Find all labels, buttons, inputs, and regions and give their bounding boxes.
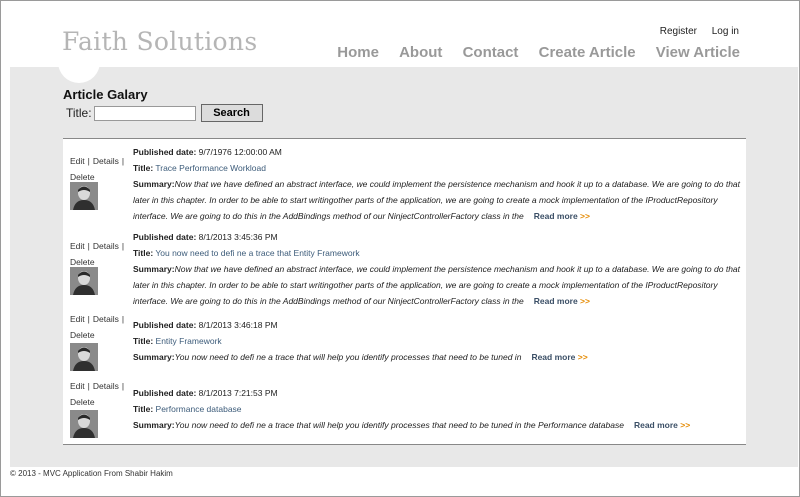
arrow-icon: >> (580, 211, 590, 221)
read-more-link[interactable]: Read more >> (531, 352, 587, 362)
article-item: Edit | Details | Delete Published date: 8/1… (63, 376, 746, 444)
menu-contact[interactable]: Contact (463, 44, 519, 61)
article-item: Edit | Details | Delete Published date: 8/1… (63, 309, 746, 376)
article-title[interactable]: You now need to defi ne a trace that Ent… (155, 248, 359, 258)
article-actions: Edit | Details | Delete (70, 381, 125, 407)
article-actions: Edit | Details | Delete (70, 241, 125, 267)
published-date: 8/1/2013 3:46:18 PM (198, 320, 278, 330)
delete-link[interactable]: Delete (70, 397, 95, 407)
article-body: Published date: 8/1/2013 3:46:18 PM Titl… (133, 317, 743, 365)
article-item: Edit | Details | Delete Published date: 8/1… (63, 224, 746, 309)
footer: © 2013 - MVC Application From Shabir Hak… (10, 469, 173, 478)
article-title[interactable]: Entity Framework (156, 336, 222, 346)
details-link[interactable]: Details (93, 314, 119, 324)
published-date: 8/1/2013 3:45:36 PM (198, 232, 278, 242)
article-actions: Edit | Details | Delete (70, 156, 125, 182)
register-link[interactable]: Register (660, 26, 697, 37)
edit-link[interactable]: Edit (70, 381, 85, 391)
search-label: Title: (66, 106, 92, 120)
login-display: Register Log in (648, 26, 739, 37)
article-body: Published date: 9/7/1976 12:00:00 AM Tit… (133, 144, 743, 224)
article-title[interactable]: Trace Performance Workload (155, 163, 266, 173)
published-label: Published date: (133, 147, 197, 157)
site-title[interactable]: Faith Solutions (62, 27, 257, 56)
search-input[interactable] (93, 105, 196, 121)
edit-link[interactable]: Edit (70, 314, 85, 324)
delete-link[interactable]: Delete (70, 330, 95, 340)
details-link[interactable]: Details (93, 241, 119, 251)
arrow-icon: >> (577, 352, 588, 362)
edit-link[interactable]: Edit (70, 241, 85, 251)
published-date: 9/7/1976 12:00:00 AM (198, 147, 282, 157)
article-body: Published date: 8/1/2013 3:45:36 PM Titl… (133, 229, 743, 309)
arrow-icon: >> (580, 296, 590, 306)
details-link[interactable]: Details (93, 381, 119, 391)
title-label: Title: (133, 163, 154, 173)
article-summary: Summary:You now need to defi ne a trace … (133, 420, 691, 430)
arrow-icon: >> (680, 420, 691, 430)
article-actions: Edit | Details | Delete (70, 314, 125, 340)
menu-home[interactable]: Home (337, 44, 379, 61)
article-summary: Summary:Now that we have defined an abst… (133, 179, 741, 221)
article-title[interactable]: Performance database (156, 404, 242, 414)
author-avatar (70, 182, 98, 210)
delete-link[interactable]: Delete (70, 257, 95, 267)
login-link[interactable]: Log in (712, 26, 739, 37)
edit-link[interactable]: Edit (70, 156, 85, 166)
delete-link[interactable]: Delete (70, 172, 95, 182)
menu-create-article[interactable]: Create Article (539, 44, 636, 61)
main-menu: Home About Contact Create Article View A… (321, 44, 740, 61)
article-body: Published date: 8/1/2013 7:21:53 PM Titl… (133, 385, 743, 433)
search-form: Title: Search (66, 104, 263, 122)
menu-view-article[interactable]: View Article (656, 44, 740, 61)
read-more-link[interactable]: Read more >> (634, 420, 690, 430)
page-title: Article Galary (63, 87, 148, 102)
author-avatar (70, 343, 98, 371)
menu-about[interactable]: About (399, 44, 442, 61)
read-more-link[interactable]: Read more >> (534, 296, 590, 306)
published-date: 8/1/2013 7:21:53 PM (198, 388, 278, 398)
article-list: Edit | Details | Delete Published date: 9/7… (63, 138, 746, 445)
search-button[interactable]: Search (200, 104, 263, 122)
details-link[interactable]: Details (93, 156, 119, 166)
article-item: Edit | Details | Delete Published date: 9/7… (63, 139, 746, 224)
article-summary: Summary:Now that we have defined an abst… (133, 264, 741, 306)
article-summary: Summary:You now need to defi ne a trace … (133, 352, 588, 362)
read-more-link[interactable]: Read more >> (534, 211, 590, 221)
author-avatar (70, 267, 98, 295)
author-avatar (70, 410, 98, 438)
